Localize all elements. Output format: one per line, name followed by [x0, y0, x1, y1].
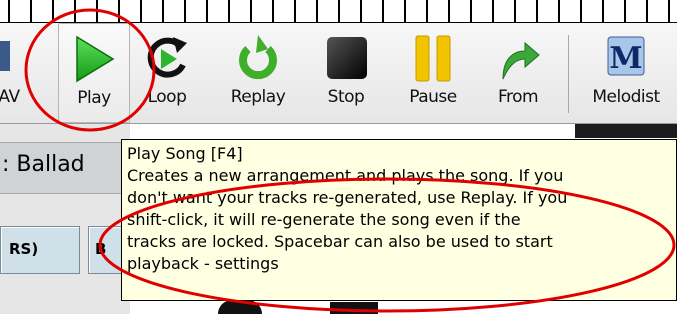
toolbar-label-play: Play — [77, 88, 111, 108]
toolbar-label-replay: Replay — [230, 87, 286, 107]
tooltip-line: don't want your tracks re-generated, use… — [127, 188, 568, 207]
track-button-label: B — [95, 240, 107, 258]
stop-icon — [327, 37, 367, 79]
play-button[interactable]: Play — [58, 23, 130, 123]
toolbar-label-melodist: Melodist — [592, 87, 660, 107]
time-ruler[interactable] — [0, 0, 677, 23]
toolbar-label-av: AV — [0, 87, 20, 107]
toolbar-separator — [568, 35, 569, 113]
track-strip — [575, 124, 677, 138]
replay-button[interactable]: Replay — [222, 23, 294, 123]
play-from-button[interactable]: From — [486, 23, 550, 123]
melodist-button[interactable]: M Melodist — [580, 23, 672, 123]
partial-shape — [330, 302, 378, 314]
main-toolbar: AV Play Loop Replay Stop Pause From M Me… — [0, 23, 677, 124]
track-button-2[interactable]: B — [88, 226, 124, 274]
loop-button[interactable]: Loop — [136, 23, 198, 123]
replay-icon — [239, 35, 277, 80]
toolbar-label-stop: Stop — [327, 87, 365, 107]
song-style-name: : Ballad — [2, 152, 85, 177]
play-icon — [76, 35, 115, 83]
tooltip-line: Creates a new arrangement and plays the … — [127, 166, 564, 185]
pause-button[interactable]: Pause — [396, 23, 470, 123]
save-av-button[interactable]: AV — [0, 23, 22, 123]
partial-shape — [218, 300, 262, 314]
curved-arrow-icon — [502, 41, 540, 80]
tooltip-line: tracks are locked. Spacebar can also be … — [127, 232, 553, 251]
track-button-1[interactable]: RS) — [0, 226, 80, 274]
tooltip-line: shift-click, it will re-generate the son… — [127, 210, 521, 229]
tooltip-title: Play Song [F4] — [127, 144, 243, 163]
tooltip-line: playback - settings — [127, 254, 279, 273]
save-av-icon — [0, 41, 10, 71]
track-button-label: RS) — [9, 240, 39, 258]
pause-icon — [415, 35, 451, 82]
melodist-icon: M — [607, 36, 645, 76]
loop-icon — [147, 37, 187, 78]
toolbar-label-from: From — [497, 87, 539, 107]
toolbar-label-pause: Pause — [409, 87, 457, 107]
stop-button[interactable]: Stop — [314, 23, 378, 123]
play-tooltip: Play Song [F4] Creates a new arrangement… — [121, 139, 677, 301]
svg-text:M: M — [609, 41, 642, 76]
toolbar-label-loop: Loop — [147, 87, 187, 107]
